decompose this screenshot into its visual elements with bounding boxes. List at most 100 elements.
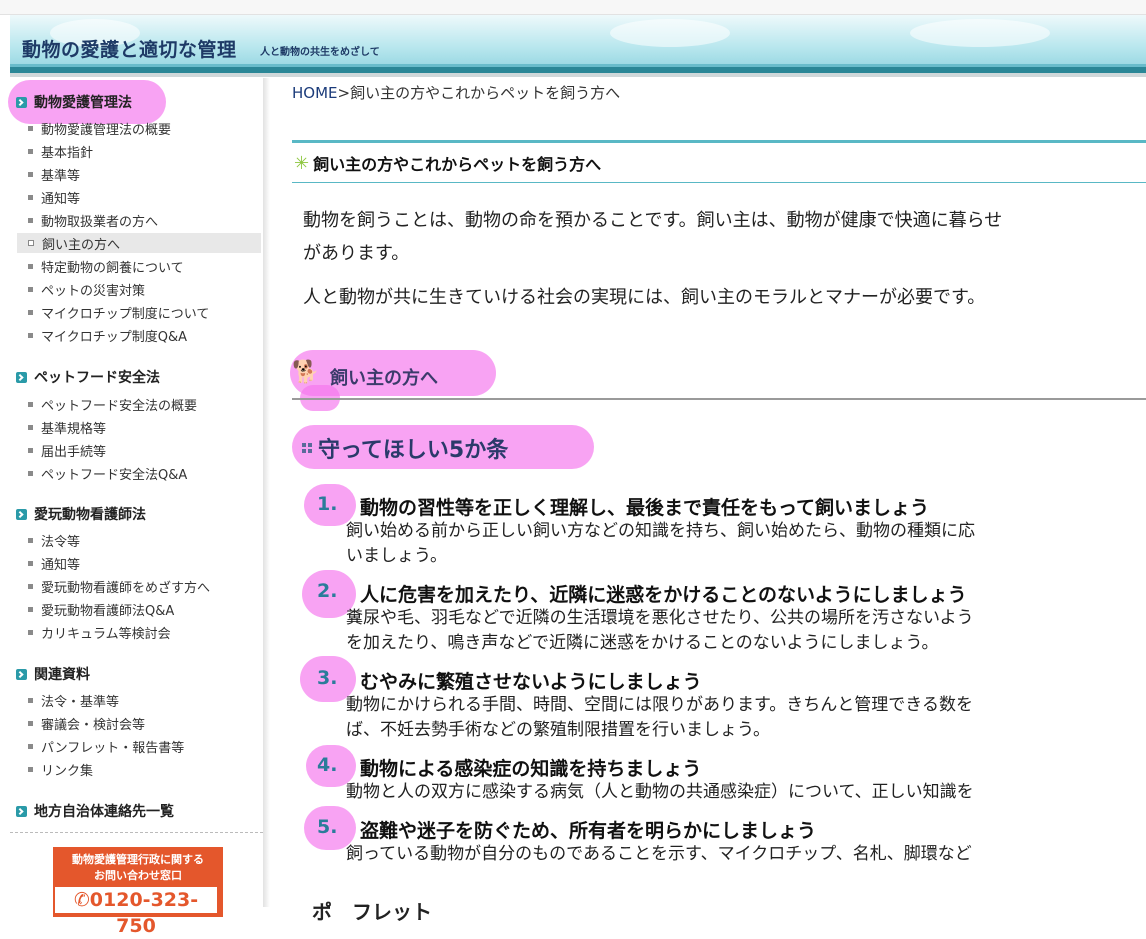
rule-body: 糞尿や毛、羽毛などで近隣の生活環境を悪化させたり、公共の場所を汚さないよう を加え… [346,606,974,656]
sidebar-section-label: ペットフード安全法 [34,370,160,386]
square-bullet-icon [28,286,33,292]
site-subtitle: 人と動物の共生をめざして [260,47,380,58]
sidebar-item-label: ペットフード安全法Q&A [41,467,188,483]
sidebar-item-label: 基本指針 [41,145,94,161]
sidebar-item-specified-animals[interactable]: 特定動物の飼養について [17,256,261,276]
arrow-icon [16,668,27,680]
rule-body-line: 動物にかけられる手間、時間、空間には限りがあります。きちんと管理できる数を [346,695,973,715]
rule-body-line: いましょう。 [346,546,447,566]
sidebar-item-microchip-qa[interactable]: マイクロチップ制度Q&A [17,325,261,345]
page-title: 飼い主の方やこれからペットを飼う方へ [313,155,602,174]
site-header: 動物の愛護と適切な管理 人と動物の共生をめざして [10,15,1146,73]
sidebar-item-standards[interactable]: 基準等 [17,164,261,184]
sidebar-item-label: ペットフード安全法の概要 [41,398,198,414]
sidebar-item-councils[interactable]: 審議会・検討会等 [17,713,261,733]
rule-heading: 動物の習性等を正しく理解し、最後まで責任をもって飼いましょう [360,497,930,519]
square-bullet-icon [28,194,33,200]
square-bullet-icon [28,766,33,772]
sidebar-section-title[interactable]: 地方自治体連絡先一覧 [16,801,174,821]
sidebar-item-label: 届出手続等 [41,444,107,460]
sidebar-section-title[interactable]: ペットフード安全法 [16,367,160,387]
sidebar-item-basic-guideline[interactable]: 基本指針 [17,141,261,161]
section-heading-label: 守ってほしい5か条 [318,438,509,463]
contact-phone-number: 0120-323-750 [89,889,199,937]
square-bullet-icon [28,332,33,338]
sidebar-item-petfood-standards[interactable]: 基準規格等 [17,417,261,437]
square-bullet-icon [28,629,33,635]
sidebar-section-title[interactable]: 動物愛護管理法 [16,92,132,112]
main-content: HOME>飼い主の方やこれからペットを飼う方へ ✳ 飼い主の方やこれからペットを… [292,78,1146,924]
sidebar-item-vet-notices[interactable]: 通知等 [17,553,261,573]
sidebar-item-label: 愛玩動物看護師法Q&A [41,603,175,619]
sidebar-item-vet-qa[interactable]: 愛玩動物看護師法Q&A [17,599,261,619]
square-bullet-icon [28,125,33,131]
dog-icon: 🐕 [292,360,320,385]
lead-text: 動物を飼うことは、動物の命を預かることです。飼い主は、動物が健康で快適に暮らせ [303,210,1003,231]
header-cloud-decoration [910,19,1050,47]
square-bullet-icon [28,309,33,315]
rule-body-line: 動物と人の双方に感染する病気（人と動物の共通感染症）について、正しい知識を [346,782,974,802]
sidebar-item-label: マイクロチップ制度について [41,306,210,322]
sidebar-section-title[interactable]: 関連資料 [16,664,90,684]
rule-number: 4. [317,754,338,776]
sidebar-item-links[interactable]: リンク集 [17,759,261,779]
square-bullet-icon [28,560,33,566]
sidebar-item-notices[interactable]: 通知等 [17,187,261,207]
sidebar-item-business-operators[interactable]: 動物取扱業者の方へ [17,210,261,230]
sidebar-item-overview[interactable]: 動物愛護管理法の概要 [17,118,261,138]
sidebar-section-label: 関連資料 [34,667,90,683]
sidebar-shadow [263,78,270,907]
sidebar-item-curriculum[interactable]: カリキュラム等検討会 [17,622,261,642]
arrow-icon [16,371,27,383]
sidebar-item-aspiring-nurses[interactable]: 愛玩動物看護師をめざす方へ [17,576,261,596]
sidebar-item-pamphlets[interactable]: パンフレット・報告書等 [17,736,261,756]
sidebar-item-label: 通知等 [41,191,81,207]
subheading-label: 飼い主の方へ [330,368,438,389]
sidebar-item-petfood-qa[interactable]: ペットフード安全法Q&A [17,463,261,483]
sidebar-item-label: 特定動物の飼養について [41,260,184,276]
flower-icon: ✳ [294,152,310,174]
rule-body-line: ば、不妊去勢手術などの繁殖制限措置を行いましょう。 [346,720,770,740]
title-top-rule [292,140,1146,143]
sidebar-section-label: 動物愛護管理法 [34,95,132,111]
sidebar-item-petfood-overview[interactable]: ペットフード安全法の概要 [17,394,261,414]
section-heading: 守ってほしい5か条 [302,432,508,464]
rule-body: 飼っている動物が自分のものであることを示す、マイクロチップ、名札、脚環など [346,842,972,867]
grid-bullet-icon [302,443,312,453]
rule-number: 3. [317,667,338,689]
sidebar-item-laws[interactable]: 法令等 [17,530,261,550]
square-bullet-icon [28,424,33,430]
square-bullet-icon [28,720,33,726]
sidebar: 動物愛護管理法 動物愛護管理法の概要 基本指針 基準等 通知等 動物取扱業者の方… [10,78,263,937]
sidebar-section-title[interactable]: 愛玩動物看護師法 [16,504,146,524]
sidebar-item-label: 法令等 [41,534,81,550]
header-divider [10,73,1146,77]
square-bullet-icon [28,401,33,407]
sidebar-item-label: 審議会・検討会等 [41,717,146,733]
sidebar-item-label: ペットの災害対策 [41,283,146,299]
sidebar-item-microchip[interactable]: マイクロチップ制度について [17,302,261,322]
sidebar-item-pet-disaster[interactable]: ペットの災害対策 [17,279,261,299]
square-bullet-icon [28,240,34,246]
breadcrumb-home-link[interactable]: HOME [292,84,338,102]
square-bullet-icon [28,606,33,612]
site-title[interactable]: 動物の愛護と適切な管理 [22,35,237,62]
browser-top-strip [0,0,1146,15]
sidebar-item-label: 動物愛護管理法の概要 [41,122,172,138]
arrow-icon [16,805,27,817]
rule-heading: むやみに繁殖させないようにしましょう [360,671,702,693]
subheading-owners: 🐕 飼い主の方へ [292,354,1146,400]
sidebar-item-label: 飼い主の方へ [42,237,121,253]
sidebar-item-label: カリキュラム等検討会 [41,626,171,642]
rule-number: 2. [317,580,338,602]
next-heading-cut: ポ フレット [312,900,432,924]
sidebar-item-label: 基準規格等 [41,421,107,437]
rule-number: 5. [317,816,338,838]
contact-line1: 動物愛護管理行政に関する [72,853,204,866]
sidebar-item-owners[interactable]: 飼い主の方へ [17,233,261,253]
sidebar-item-petfood-filing[interactable]: 届出手続等 [17,440,261,460]
sidebar-item-laws-standards[interactable]: 法令・基準等 [17,690,261,710]
square-bullet-icon [28,470,33,476]
arrow-icon [16,508,27,520]
rule-body-line: 飼い始める前から正しい飼い方などの知識を持ち、飼い始めたら、動物の種類に応 [346,521,975,541]
